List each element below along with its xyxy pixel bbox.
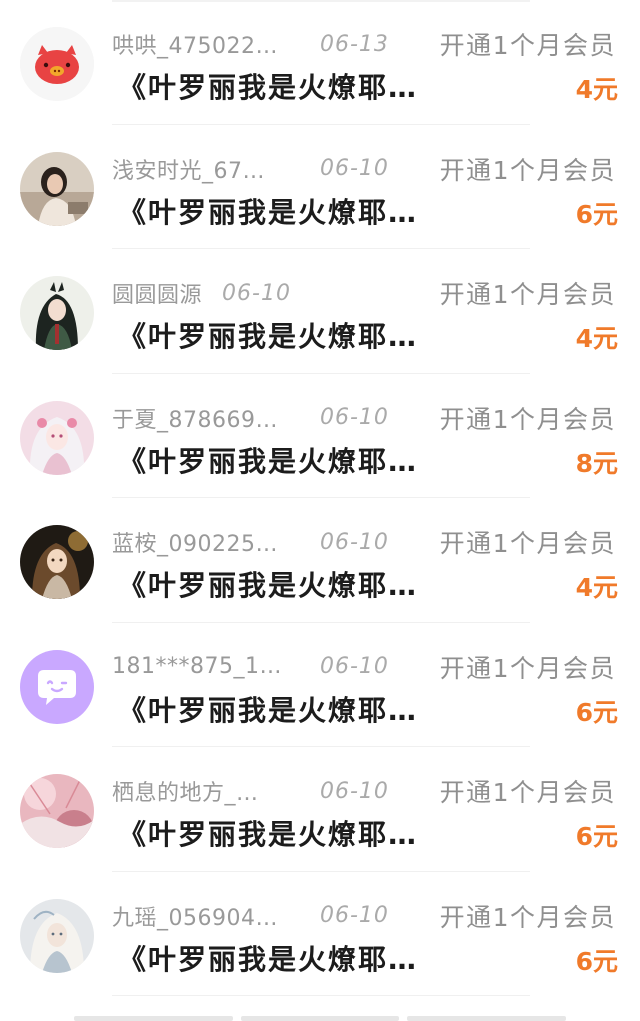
user-avatar[interactable] [20,151,94,226]
price: 4元 [575,324,618,353]
record-date: 06-10 [320,903,389,928]
strip-segment [407,1016,567,1021]
list-item[interactable]: 蓝桉_090225… 06-10 开通1个月会员 《叶罗丽我是火燎耶… 4元 [0,498,640,623]
username[interactable]: 栖息的地方_… [112,775,294,807]
record-date: 06-10 [320,778,389,804]
user-avatar[interactable] [20,898,94,973]
record-meta: 栖息的地方_… 06-10 [112,775,389,807]
book-title[interactable]: 《叶罗丽我是火燎耶… [118,938,436,978]
price: 8元 [575,448,618,478]
price: 4元 [575,75,618,104]
list-item[interactable]: 圆圆圆源 06-10 开通1个月会员 《叶罗丽我是火燎耶… 4元 [0,249,640,374]
record-meta: 181***875_15… 06-10 [112,651,389,683]
user-avatar[interactable] [20,774,94,848]
book-title[interactable]: 《叶罗丽我是火燎耶… [118,440,436,480]
pig-icon[interactable] [20,27,94,101]
price: 6元 [575,946,618,976]
record-meta: 圆圆圆源 06-10 [112,277,291,309]
book-title[interactable]: 《叶罗丽我是火燎耶… [118,191,436,231]
purchase-record-list: 哄哄_475022… 06-13 开通1个月会员 《叶罗丽我是火燎耶… 4元 浅… [0,0,640,996]
record-date: 06-10 [320,654,389,679]
list-item[interactable]: 九瑶_056904… 06-10 开通1个月会员 《叶罗丽我是火燎耶… 6元 [0,872,640,997]
product-name: 开通1个月会员 [439,653,616,683]
price: 6元 [575,199,618,229]
price: 4元 [575,573,618,602]
username[interactable]: 于夏_878669… [112,402,294,434]
record-meta: 浅安时光_67… 06-10 [112,153,389,185]
record-date: 06-10 [320,529,389,555]
record-date: 06-10 [320,405,389,430]
record-date: 06-10 [320,156,389,181]
record-meta: 于夏_878669… 06-10 [112,402,389,434]
product-name: 开通1个月会员 [439,529,616,558]
book-title[interactable]: 《叶罗丽我是火燎耶… [118,66,436,106]
book-title[interactable]: 《叶罗丽我是火燎耶… [118,813,436,853]
price: 6元 [575,697,618,727]
list-item[interactable]: 栖息的地方_… 06-10 开通1个月会员 《叶罗丽我是火燎耶… 6元 [0,747,640,872]
user-avatar[interactable] [20,276,94,350]
record-date: 06-10 [222,280,291,306]
record-date: 06-13 [320,31,389,57]
username[interactable]: 九瑶_056904… [112,900,294,932]
record-meta: 蓝桉_090225… 06-10 [112,526,389,558]
product-name: 开通1个月会员 [439,778,616,807]
product-name: 开通1个月会员 [439,155,616,185]
strip-segment [74,1016,233,1021]
username[interactable]: 181***875_15… [112,654,294,679]
user-avatar[interactable] [20,525,94,599]
record-meta: 九瑶_056904… 06-10 [112,900,389,932]
list-item[interactable]: 浅安时光_67… 06-10 开通1个月会员 《叶罗丽我是火燎耶… 6元 [0,125,640,250]
list-item[interactable]: 181***875_15… 06-10 开通1个月会员 《叶罗丽我是火燎耶… 6… [0,623,640,748]
list-item[interactable]: 哄哄_475022… 06-13 开通1个月会员 《叶罗丽我是火燎耶… 4元 [0,0,640,125]
product-name: 开通1个月会员 [439,280,616,309]
list-item[interactable]: 于夏_878669… 06-10 开通1个月会员 《叶罗丽我是火燎耶… 8元 [0,374,640,499]
strip-segment [240,1016,400,1021]
chat-bubble-icon[interactable] [20,649,94,724]
username[interactable]: 哄哄_475022… [112,28,294,60]
product-name: 开通1个月会员 [439,902,616,932]
product-name: 开通1个月会员 [439,404,616,434]
book-title[interactable]: 《叶罗丽我是火燎耶… [118,564,436,604]
book-title[interactable]: 《叶罗丽我是火燎耶… [118,689,436,729]
bottom-edge-strip [74,1016,567,1021]
user-avatar[interactable] [20,400,94,475]
book-title[interactable]: 《叶罗丽我是火燎耶… [118,315,436,355]
username[interactable]: 蓝桉_090225… [112,526,294,558]
record-meta: 哄哄_475022… 06-13 [112,28,389,60]
price: 6元 [575,822,618,851]
username[interactable]: 圆圆圆源 [112,277,202,309]
username[interactable]: 浅安时光_67… [112,153,294,185]
product-name: 开通1个月会员 [439,31,616,60]
